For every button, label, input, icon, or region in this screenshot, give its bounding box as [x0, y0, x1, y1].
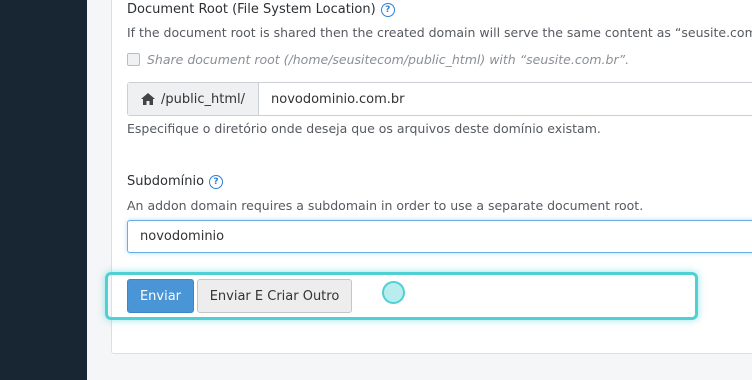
- help-icon[interactable]: ?: [380, 2, 395, 17]
- subdomain-label-text: Subdomínio: [127, 174, 205, 189]
- document-root-help-text: If the document root is shared then the …: [127, 25, 752, 40]
- document-root-label-text: Document Root (File System Location): [127, 2, 376, 17]
- subdomain-input[interactable]: [127, 220, 752, 253]
- share-document-root-row: Share document root (/home/seusitecom/pu…: [127, 52, 629, 67]
- click-indicator: [382, 281, 405, 304]
- path-prefix-text: /public_html/: [161, 91, 245, 107]
- subdomain-help-text: An addon domain requires a subdomain in …: [127, 198, 644, 213]
- document-root-label: Document Root (File System Location) ?: [127, 2, 395, 17]
- sidebar: [0, 0, 87, 380]
- submit-button[interactable]: Enviar: [127, 279, 194, 313]
- path-prefix-addon: /public_html/: [128, 83, 259, 115]
- document-root-note: Especifique o diretório onde deseja que …: [127, 121, 601, 136]
- share-document-root-checkbox[interactable]: [127, 53, 140, 66]
- help-icon[interactable]: ?: [209, 174, 224, 189]
- document-root-input[interactable]: [259, 83, 752, 115]
- share-document-root-label: Share document root (/home/seusitecom/pu…: [147, 52, 630, 67]
- submit-and-create-another-button[interactable]: Enviar E Criar Outro: [197, 279, 352, 313]
- home-icon: [141, 93, 155, 105]
- subdomain-label: Subdomínio ?: [127, 174, 224, 189]
- document-root-input-group: /public_html/: [127, 82, 752, 116]
